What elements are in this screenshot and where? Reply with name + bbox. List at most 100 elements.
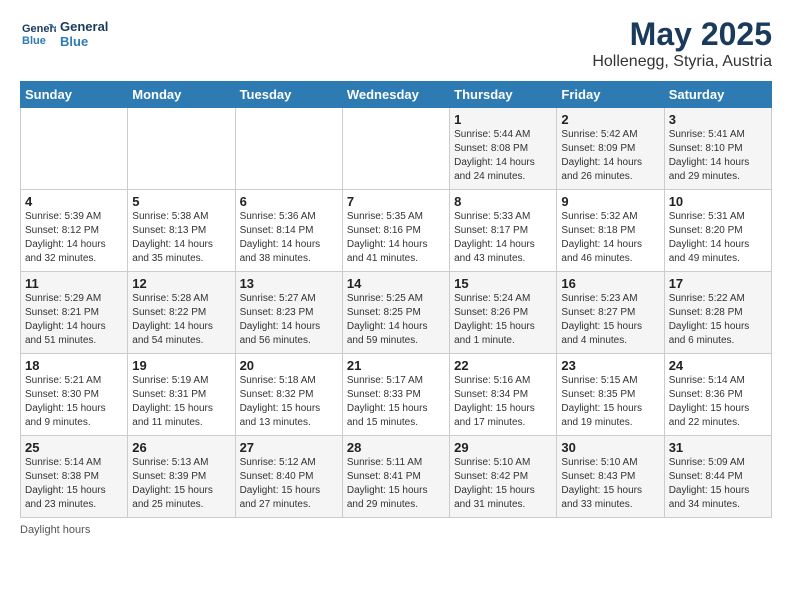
day-info: Sunrise: 5:35 AMSunset: 8:16 PMDaylight:… (347, 210, 445, 266)
day-info: Sunrise: 5:42 AMSunset: 8:09 PMDaylight:… (561, 128, 659, 184)
month-title: May 2025 (592, 16, 772, 53)
day-number: 14 (347, 276, 445, 291)
day-number: 3 (669, 112, 767, 127)
location-title: Hollenegg, Styria, Austria (592, 53, 772, 71)
calendar-cell: 21Sunrise: 5:17 AMSunset: 8:33 PMDayligh… (342, 354, 449, 436)
calendar-page: General Blue General Blue May 2025 Holle… (0, 0, 792, 552)
day-info: Sunrise: 5:11 AMSunset: 8:41 PMDaylight:… (347, 456, 445, 512)
day-number: 29 (454, 440, 552, 455)
calendar-cell: 15Sunrise: 5:24 AMSunset: 8:26 PMDayligh… (450, 272, 557, 354)
calendar-cell: 8Sunrise: 5:33 AMSunset: 8:17 PMDaylight… (450, 190, 557, 272)
day-info: Sunrise: 5:17 AMSunset: 8:33 PMDaylight:… (347, 374, 445, 430)
day-number: 22 (454, 358, 552, 373)
calendar-cell: 14Sunrise: 5:25 AMSunset: 8:25 PMDayligh… (342, 272, 449, 354)
calendar-cell: 29Sunrise: 5:10 AMSunset: 8:42 PMDayligh… (450, 436, 557, 518)
calendar-cell: 25Sunrise: 5:14 AMSunset: 8:38 PMDayligh… (21, 436, 128, 518)
day-number: 13 (240, 276, 338, 291)
day-info: Sunrise: 5:10 AMSunset: 8:43 PMDaylight:… (561, 456, 659, 512)
day-info: Sunrise: 5:22 AMSunset: 8:28 PMDaylight:… (669, 292, 767, 348)
day-info: Sunrise: 5:24 AMSunset: 8:26 PMDaylight:… (454, 292, 552, 348)
logo: General Blue General Blue (20, 16, 108, 52)
day-number: 28 (347, 440, 445, 455)
day-info: Sunrise: 5:23 AMSunset: 8:27 PMDaylight:… (561, 292, 659, 348)
svg-text:Blue: Blue (22, 35, 46, 47)
day-number: 10 (669, 194, 767, 209)
title-block: May 2025 Hollenegg, Styria, Austria (592, 16, 772, 71)
day-info: Sunrise: 5:33 AMSunset: 8:17 PMDaylight:… (454, 210, 552, 266)
day-number: 1 (454, 112, 552, 127)
calendar-cell: 26Sunrise: 5:13 AMSunset: 8:39 PMDayligh… (128, 436, 235, 518)
day-info: Sunrise: 5:39 AMSunset: 8:12 PMDaylight:… (25, 210, 123, 266)
calendar-cell: 30Sunrise: 5:10 AMSunset: 8:43 PMDayligh… (557, 436, 664, 518)
day-info: Sunrise: 5:19 AMSunset: 8:31 PMDaylight:… (132, 374, 230, 430)
daylight-label: Daylight hours (20, 524, 90, 536)
day-number: 21 (347, 358, 445, 373)
calendar-cell (128, 108, 235, 190)
calendar-cell: 28Sunrise: 5:11 AMSunset: 8:41 PMDayligh… (342, 436, 449, 518)
day-number: 30 (561, 440, 659, 455)
day-number: 5 (132, 194, 230, 209)
calendar-cell: 5Sunrise: 5:38 AMSunset: 8:13 PMDaylight… (128, 190, 235, 272)
calendar-cell: 18Sunrise: 5:21 AMSunset: 8:30 PMDayligh… (21, 354, 128, 436)
day-header-saturday: Saturday (664, 82, 771, 108)
calendar-cell: 19Sunrise: 5:19 AMSunset: 8:31 PMDayligh… (128, 354, 235, 436)
day-header-thursday: Thursday (450, 82, 557, 108)
day-info: Sunrise: 5:32 AMSunset: 8:18 PMDaylight:… (561, 210, 659, 266)
day-number: 17 (669, 276, 767, 291)
calendar-cell (235, 108, 342, 190)
calendar-cell: 3Sunrise: 5:41 AMSunset: 8:10 PMDaylight… (664, 108, 771, 190)
day-number: 9 (561, 194, 659, 209)
day-number: 23 (561, 358, 659, 373)
calendar-cell: 1Sunrise: 5:44 AMSunset: 8:08 PMDaylight… (450, 108, 557, 190)
day-number: 25 (25, 440, 123, 455)
calendar-week-row: 11Sunrise: 5:29 AMSunset: 8:21 PMDayligh… (21, 272, 772, 354)
logo-blue: Blue (60, 34, 108, 49)
day-number: 26 (132, 440, 230, 455)
day-number: 19 (132, 358, 230, 373)
day-info: Sunrise: 5:31 AMSunset: 8:20 PMDaylight:… (669, 210, 767, 266)
day-number: 2 (561, 112, 659, 127)
logo-general: General (60, 19, 108, 34)
day-info: Sunrise: 5:12 AMSunset: 8:40 PMDaylight:… (240, 456, 338, 512)
day-info: Sunrise: 5:14 AMSunset: 8:38 PMDaylight:… (25, 456, 123, 512)
day-info: Sunrise: 5:18 AMSunset: 8:32 PMDaylight:… (240, 374, 338, 430)
day-number: 18 (25, 358, 123, 373)
day-info: Sunrise: 5:28 AMSunset: 8:22 PMDaylight:… (132, 292, 230, 348)
day-header-sunday: Sunday (21, 82, 128, 108)
day-number: 6 (240, 194, 338, 209)
calendar-cell: 17Sunrise: 5:22 AMSunset: 8:28 PMDayligh… (664, 272, 771, 354)
day-info: Sunrise: 5:21 AMSunset: 8:30 PMDaylight:… (25, 374, 123, 430)
logo-icon: General Blue (20, 16, 56, 52)
day-info: Sunrise: 5:29 AMSunset: 8:21 PMDaylight:… (25, 292, 123, 348)
day-info: Sunrise: 5:15 AMSunset: 8:35 PMDaylight:… (561, 374, 659, 430)
calendar-cell: 31Sunrise: 5:09 AMSunset: 8:44 PMDayligh… (664, 436, 771, 518)
day-info: Sunrise: 5:36 AMSunset: 8:14 PMDaylight:… (240, 210, 338, 266)
calendar-cell: 4Sunrise: 5:39 AMSunset: 8:12 PMDaylight… (21, 190, 128, 272)
footer: Daylight hours (20, 524, 772, 536)
day-number: 20 (240, 358, 338, 373)
calendar-week-row: 18Sunrise: 5:21 AMSunset: 8:30 PMDayligh… (21, 354, 772, 436)
day-number: 31 (669, 440, 767, 455)
day-info: Sunrise: 5:09 AMSunset: 8:44 PMDaylight:… (669, 456, 767, 512)
day-header-tuesday: Tuesday (235, 82, 342, 108)
calendar-cell: 22Sunrise: 5:16 AMSunset: 8:34 PMDayligh… (450, 354, 557, 436)
day-number: 7 (347, 194, 445, 209)
day-info: Sunrise: 5:41 AMSunset: 8:10 PMDaylight:… (669, 128, 767, 184)
day-number: 15 (454, 276, 552, 291)
day-header-monday: Monday (128, 82, 235, 108)
day-header-wednesday: Wednesday (342, 82, 449, 108)
calendar-cell: 10Sunrise: 5:31 AMSunset: 8:20 PMDayligh… (664, 190, 771, 272)
day-info: Sunrise: 5:25 AMSunset: 8:25 PMDaylight:… (347, 292, 445, 348)
calendar-cell: 12Sunrise: 5:28 AMSunset: 8:22 PMDayligh… (128, 272, 235, 354)
calendar-cell: 9Sunrise: 5:32 AMSunset: 8:18 PMDaylight… (557, 190, 664, 272)
calendar-cell: 7Sunrise: 5:35 AMSunset: 8:16 PMDaylight… (342, 190, 449, 272)
calendar-week-row: 4Sunrise: 5:39 AMSunset: 8:12 PMDaylight… (21, 190, 772, 272)
day-info: Sunrise: 5:13 AMSunset: 8:39 PMDaylight:… (132, 456, 230, 512)
calendar-cell: 20Sunrise: 5:18 AMSunset: 8:32 PMDayligh… (235, 354, 342, 436)
day-info: Sunrise: 5:38 AMSunset: 8:13 PMDaylight:… (132, 210, 230, 266)
day-number: 11 (25, 276, 123, 291)
day-number: 16 (561, 276, 659, 291)
calendar-cell (21, 108, 128, 190)
calendar-cell: 23Sunrise: 5:15 AMSunset: 8:35 PMDayligh… (557, 354, 664, 436)
day-number: 8 (454, 194, 552, 209)
